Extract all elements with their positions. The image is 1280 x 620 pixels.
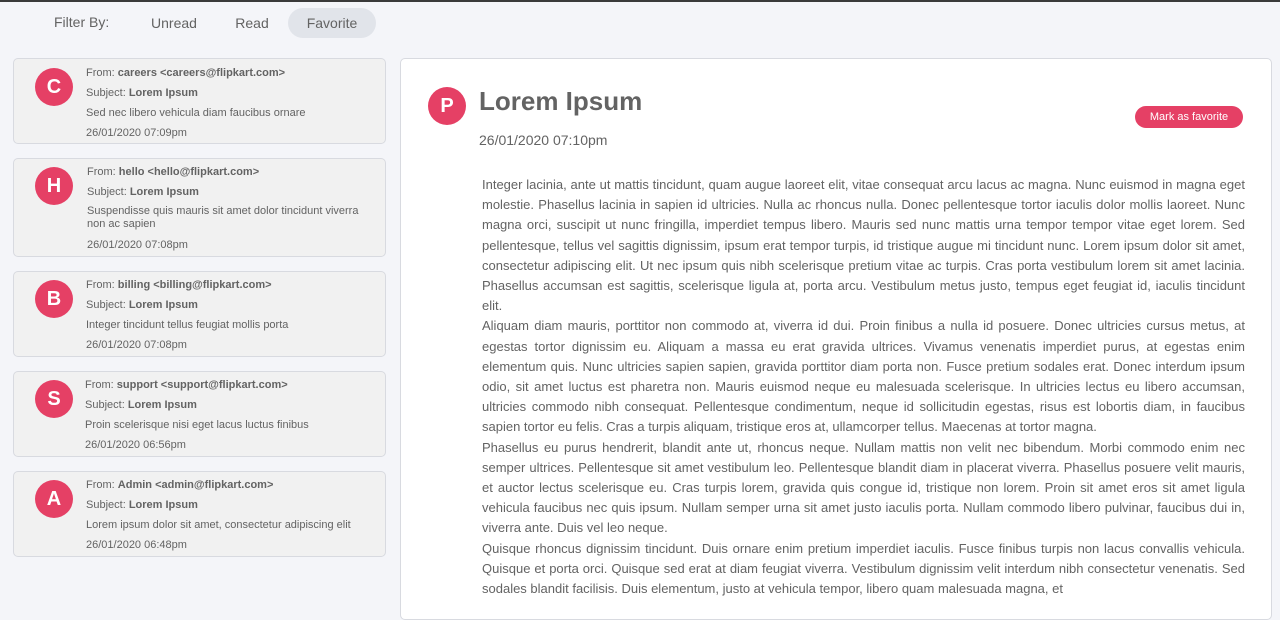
email-description: Lorem ipsum dolor sit amet, consectetur … [86,519,351,531]
email-subject: Lorem Ipsum [127,399,197,411]
from-label: From: [85,379,114,391]
filter-label: Filter By: [54,14,110,30]
email-subject: Lorem Ipsum [128,299,198,311]
reader-body: Integer lacinia, ante ut mattis tincidun… [482,175,1245,599]
email-card[interactable]: H From: hello <hello@flipkart.com> Subje… [13,158,386,257]
email-card[interactable]: S From: support <support@flipkart.com> S… [13,371,386,457]
email-date: 26/01/2020 07:08pm [86,339,187,351]
email-card[interactable]: C From: careers <careers@flipkart.com> S… [13,58,386,144]
from-address: billing <billing@flipkart.com> [117,279,272,291]
email-card[interactable]: A From: Admin <admin@flipkart.com> Subje… [13,471,386,557]
subject-label: Subject: [87,186,127,198]
reader-date: 26/01/2020 07:10pm [479,132,608,148]
body-paragraph: Quisque rhoncus dignissim tincidunt. Dui… [482,540,1245,597]
email-subject: Lorem Ipsum [128,87,198,99]
from-address: hello <hello@flipkart.com> [118,166,260,178]
from-label: From: [86,279,115,291]
from-address: support <support@flipkart.com> [116,379,288,391]
reader-avatar: P [428,87,466,125]
reader-subject: Lorem Ipsum [479,86,643,116]
email-description: Integer tincidunt tellus feugiat mollis … [86,319,289,331]
subject-label: Subject: [86,87,126,99]
subject-label: Subject: [85,399,125,411]
avatar: S [35,380,73,418]
email-date: 26/01/2020 06:48pm [86,539,187,551]
email-card[interactable]: B From: billing <billing@flipkart.com> S… [13,271,386,357]
email-subject: Lorem Ipsum [128,499,198,511]
avatar: C [35,68,73,106]
filter-bar: Filter By: Unread Read Favorite [0,2,1280,42]
body-paragraph: Aliquam diam mauris, porttitor non commo… [482,318,1245,435]
email-description: Suspendisse quis mauris sit amet dolor t… [87,205,359,230]
email-description: Sed nec libero vehicula diam faucibus or… [86,107,306,119]
email-date: 26/01/2020 07:09pm [86,127,187,139]
from-address: careers <careers@flipkart.com> [117,67,286,79]
from-address: Admin <admin@flipkart.com> [117,479,274,491]
from-label: From: [86,479,115,491]
filter-read-button[interactable]: Read [222,8,282,38]
subject-label: Subject: [86,299,126,311]
email-subject: Lorem Ipsum [129,186,199,198]
avatar: A [35,480,73,518]
filter-unread-button[interactable]: Unread [138,8,210,38]
body-paragraph: Phasellus eu purus hendrerit, blandit an… [482,439,1245,536]
email-reader: P Lorem Ipsum 26/01/2020 07:10pm Mark as… [400,58,1272,620]
filter-favorite-button[interactable]: Favorite [288,8,376,38]
avatar: H [35,167,73,205]
email-description: Proin scelerisque nisi eget lacus luctus… [85,419,309,431]
body-paragraph: Integer lacinia, ante ut mattis tincidun… [482,177,1245,314]
avatar: B [35,280,73,318]
email-date: 26/01/2020 06:56pm [85,439,186,451]
subject-label: Subject: [86,499,126,511]
from-label: From: [86,67,115,79]
from-label: From: [87,166,116,178]
email-date: 26/01/2020 07:08pm [87,239,188,251]
mark-favorite-button[interactable]: Mark as favorite [1135,106,1243,128]
